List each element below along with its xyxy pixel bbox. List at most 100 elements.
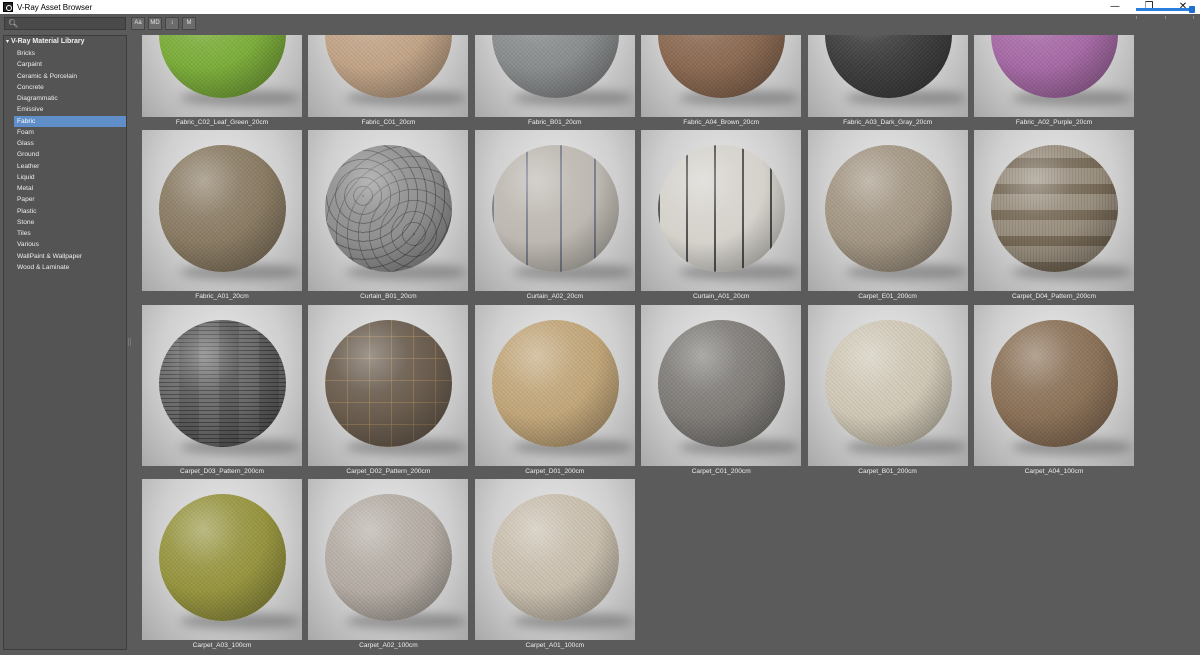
sidebar-item-tiles[interactable]: Tiles [4, 228, 126, 239]
sidebar-item-bricks[interactable]: Bricks [4, 48, 126, 59]
search-input[interactable] [19, 18, 123, 29]
material-thumbnail[interactable] [807, 35, 968, 117]
material-thumbnail[interactable] [308, 35, 469, 117]
search-box[interactable]: 🔍︎ [4, 17, 126, 30]
material-thumbnail[interactable] [474, 304, 635, 466]
sidebar-item-carpaint[interactable]: Carpaint [4, 59, 126, 70]
expand-arrow-icon[interactable]: ▾ [6, 38, 9, 45]
material-thumbnail[interactable] [974, 130, 1134, 292]
material-tile[interactable]: Carpet_A03_100cm [142, 479, 302, 649]
material-sphere [159, 145, 286, 273]
sidebar-item-glass[interactable]: Glass [4, 138, 126, 149]
material-tile[interactable]: Carpet_C01_200cm [641, 304, 802, 475]
material-thumbnail[interactable] [142, 479, 302, 641]
material-name: Carpet_A03_100cm [192, 642, 252, 650]
material-tile[interactable]: Carpet_D01_200cm [474, 304, 635, 475]
case-toggle-button[interactable]: Aa [131, 17, 145, 30]
material-name: Carpet_B01_200cm [858, 467, 917, 475]
app-icon [3, 2, 13, 12]
material-thumbnail[interactable] [807, 304, 968, 466]
material-tile[interactable]: Curtain_A01_20cm [641, 130, 802, 300]
material-thumbnail[interactable] [142, 130, 302, 292]
material-thumbnail[interactable] [474, 479, 635, 641]
sidebar-item-various[interactable]: Various [4, 239, 126, 250]
material-thumbnail[interactable] [142, 35, 302, 117]
material-tile[interactable]: Fabric_A01_20cm [142, 130, 302, 300]
sidebar-item-emissive[interactable]: Emissive [4, 104, 126, 115]
material-tile[interactable]: Curtain_A02_20cm [474, 130, 635, 300]
material-sphere [991, 35, 1118, 98]
material-sphere [658, 319, 786, 447]
material-name: Curtain_B01_20cm [360, 293, 417, 301]
material-thumbnail[interactable] [308, 130, 469, 292]
material-name: Carpet_C01_200cm [691, 467, 751, 475]
material-sphere [824, 145, 952, 273]
material-tile[interactable]: Carpet_D02_Pattern_200cm [308, 304, 469, 475]
sidebar-item-concrete[interactable]: Concrete [4, 82, 126, 93]
tree-root[interactable]: ▾ V-Ray Material Library [6, 38, 85, 45]
material-grid: Fabric_C02_Leaf_Green_20cm Fabric_C01_20c… [133, 35, 1197, 651]
material-tile[interactable]: Fabric_A04_Brown_20cm [641, 35, 802, 126]
sidebar-item-fabric[interactable]: Fabric [14, 115, 126, 127]
slider-thumb[interactable] [1189, 6, 1196, 13]
material-tile[interactable]: Fabric_B01_20cm [474, 35, 635, 126]
material-thumbnail[interactable] [308, 304, 469, 466]
material-tile[interactable]: Fabric_C01_20cm [308, 35, 469, 126]
material-sphere [824, 319, 952, 447]
panel-splitter[interactable] [128, 338, 131, 346]
sidebar-item-leather[interactable]: Leather [4, 161, 126, 172]
material-tile[interactable]: Fabric_C02_Leaf_Green_20cm [142, 35, 302, 126]
material-tile[interactable]: Fabric_A02_Purple_20cm [974, 35, 1134, 126]
window-title: V-Ray Asset Browser [17, 2, 93, 12]
material-name: Fabric_C02_Leaf_Green_20cm [175, 119, 269, 126]
material-tile[interactable]: Curtain_B01_20cm [308, 130, 469, 300]
sidebar-item-stone[interactable]: Stone [4, 217, 126, 228]
material-name: Fabric_A01_20cm [195, 293, 249, 301]
material-thumbnail[interactable] [807, 130, 968, 292]
m-filter-button[interactable]: M [182, 17, 196, 30]
sidebar-item-wallpaint-wallpaper[interactable]: WallPaint & Wallpaper [4, 251, 126, 262]
material-sphere [325, 145, 453, 273]
sidebar-item-ground[interactable]: Ground [4, 149, 126, 160]
minimize-button[interactable]: — [1098, 0, 1132, 14]
sidebar-item-wood-laminate[interactable]: Wood & Laminate [4, 262, 126, 273]
material-sphere [325, 35, 453, 98]
sidebar-item-foam[interactable]: Foam [4, 127, 126, 138]
category-tree: ▾ V-Ray Material Library Bricks Carpaint Ce… [3, 35, 127, 650]
sidebar-item-ceramic-porcelain[interactable]: Ceramic & Porcelain [4, 71, 126, 82]
material-thumbnail[interactable] [474, 130, 635, 292]
material-tile[interactable]: Fabric_A03_Dark_Gray_20cm [807, 35, 968, 126]
material-thumbnail[interactable] [641, 130, 802, 292]
sidebar-item-metal[interactable]: Metal [4, 183, 126, 194]
material-tile[interactable]: Carpet_A01_100cm [474, 479, 635, 649]
material-thumbnail[interactable] [641, 304, 802, 466]
material-tile[interactable]: Carpet_A02_100cm [308, 479, 469, 649]
material-thumbnail[interactable] [474, 35, 635, 117]
md-filter-button[interactable]: MD [148, 17, 162, 30]
material-thumbnail[interactable] [641, 35, 802, 117]
material-tile[interactable]: Carpet_E01_200cm [807, 130, 968, 300]
sidebar-item-plastic[interactable]: Plastic [4, 206, 126, 217]
material-tile[interactable]: Carpet_A04_100cm [974, 304, 1134, 475]
material-name: Carpet_E01_200cm [858, 293, 917, 301]
material-thumbnail[interactable] [308, 479, 469, 641]
thumbnail-size-slider[interactable] [1136, 6, 1196, 22]
material-thumbnail[interactable] [974, 304, 1134, 466]
title-bar: V-Ray Asset Browser — ❐ ✕ [0, 0, 1200, 14]
sidebar-item-liquid[interactable]: Liquid [4, 172, 126, 183]
material-sphere [325, 319, 453, 447]
sidebar-item-paper[interactable]: Paper [4, 194, 126, 205]
material-name: Carpet_A01_100cm [525, 642, 585, 650]
sidebar-item-diagrammatic[interactable]: Diagrammatic [4, 93, 126, 104]
material-tile[interactable]: Carpet_D04_Pattern_200cm [974, 130, 1134, 300]
sort-button[interactable]: ↕ [165, 17, 179, 30]
material-tile[interactable]: Carpet_B01_200cm [807, 304, 968, 475]
material-sphere [991, 319, 1118, 447]
material-name: Curtain_A02_20cm [526, 293, 584, 301]
material-thumbnail[interactable] [974, 35, 1134, 117]
material-sphere [824, 35, 952, 98]
material-sphere [159, 35, 286, 98]
material-name: Carpet_D04_Pattern_200cm [1012, 293, 1096, 301]
material-thumbnail[interactable] [142, 304, 302, 466]
material-tile[interactable]: Carpet_D03_Pattern_200cm [142, 304, 302, 475]
